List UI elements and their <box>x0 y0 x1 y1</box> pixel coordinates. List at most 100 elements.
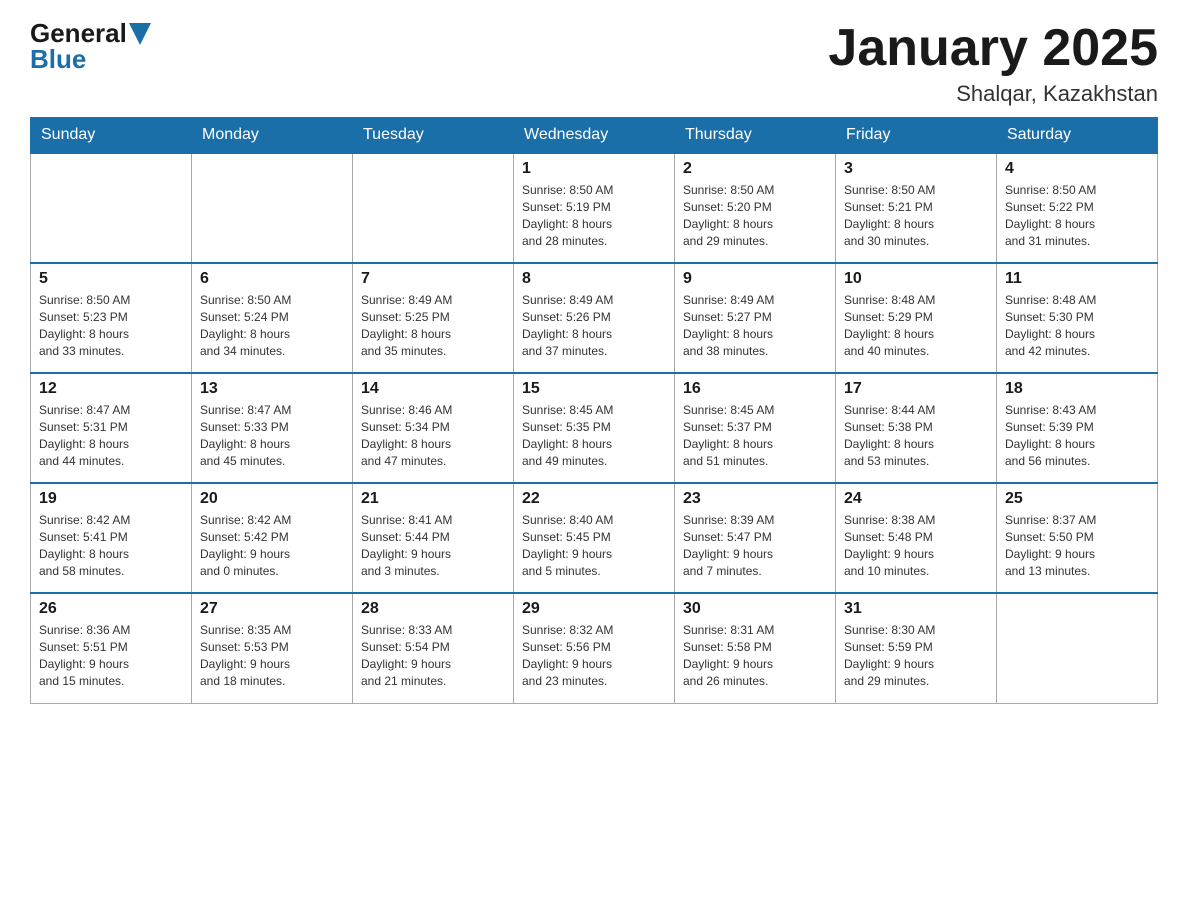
day-number: 11 <box>1005 270 1149 288</box>
day-number: 5 <box>39 270 183 288</box>
calendar-cell: 19 Sunrise: 8:42 AM Sunset: 5:41 PM Dayli… <box>31 483 192 593</box>
day-info: Sunrise: 8:50 AM Sunset: 5:23 PM Dayligh… <box>39 292 183 359</box>
calendar-cell: 24 Sunrise: 8:38 AM Sunset: 5:48 PM Dayli… <box>836 483 997 593</box>
weekday-header-monday: Monday <box>192 118 353 154</box>
day-info: Sunrise: 8:42 AM Sunset: 5:42 PM Dayligh… <box>200 512 344 579</box>
weekday-header-thursday: Thursday <box>675 118 836 154</box>
weekday-header-sunday: Sunday <box>31 118 192 154</box>
calendar-cell: 21 Sunrise: 8:41 AM Sunset: 5:44 PM Dayli… <box>353 483 514 593</box>
day-info: Sunrise: 8:48 AM Sunset: 5:30 PM Dayligh… <box>1005 292 1149 359</box>
day-info: Sunrise: 8:44 AM Sunset: 5:38 PM Dayligh… <box>844 402 988 469</box>
calendar-cell: 23Sunrise: 8:39 AM Sunset: 5:47 PM Dayli… <box>675 483 836 593</box>
logo-blue-text: Blue <box>30 46 151 72</box>
day-info: Sunrise: 8:50 AM Sunset: 5:24 PM Dayligh… <box>200 292 344 359</box>
calendar-cell: 17 Sunrise: 8:44 AM Sunset: 5:38 PM Dayli… <box>836 373 997 483</box>
weekday-header-row: SundayMondayTuesdayWednesdayThursdayFrid… <box>31 118 1158 154</box>
calendar-cell <box>353 153 514 263</box>
day-number: 28 <box>361 600 505 618</box>
calendar-cell <box>192 153 353 263</box>
day-number: 9 <box>683 270 827 288</box>
calendar-cell: 3 Sunrise: 8:50 AM Sunset: 5:21 PM Daylig… <box>836 153 997 263</box>
day-info: Sunrise: 8:35 AM Sunset: 5:53 PM Dayligh… <box>200 622 344 689</box>
day-number: 6 <box>200 270 344 288</box>
calendar-week-3: 12Sunrise: 8:47 AM Sunset: 5:31 PM Dayli… <box>31 373 1158 483</box>
calendar-cell: 4 Sunrise: 8:50 AM Sunset: 5:22 PM Daylig… <box>997 153 1158 263</box>
day-number: 19 <box>39 490 183 508</box>
calendar-cell: 12Sunrise: 8:47 AM Sunset: 5:31 PM Dayli… <box>31 373 192 483</box>
calendar-cell: 13 Sunrise: 8:47 AM Sunset: 5:33 PM Dayli… <box>192 373 353 483</box>
calendar-week-1: 1 Sunrise: 8:50 AM Sunset: 5:19 PM Daylig… <box>31 153 1158 263</box>
calendar-cell: 18 Sunrise: 8:43 AM Sunset: 5:39 PM Dayli… <box>997 373 1158 483</box>
day-number: 25 <box>1005 490 1149 508</box>
day-info: Sunrise: 8:49 AM Sunset: 5:26 PM Dayligh… <box>522 292 666 359</box>
calendar-cell: 7Sunrise: 8:49 AM Sunset: 5:25 PM Daylig… <box>353 263 514 373</box>
day-info: Sunrise: 8:42 AM Sunset: 5:41 PM Dayligh… <box>39 512 183 579</box>
calendar-cell: 2 Sunrise: 8:50 AM Sunset: 5:20 PM Daylig… <box>675 153 836 263</box>
weekday-header-friday: Friday <box>836 118 997 154</box>
logo-text: General Blue <box>30 20 151 72</box>
day-info: Sunrise: 8:41 AM Sunset: 5:44 PM Dayligh… <box>361 512 505 579</box>
day-number: 8 <box>522 270 666 288</box>
calendar-body: 1 Sunrise: 8:50 AM Sunset: 5:19 PM Daylig… <box>31 153 1158 703</box>
day-number: 13 <box>200 380 344 398</box>
day-number: 21 <box>361 490 505 508</box>
calendar-cell <box>31 153 192 263</box>
day-info: Sunrise: 8:50 AM Sunset: 5:19 PM Dayligh… <box>522 182 666 249</box>
day-number: 31 <box>844 600 988 618</box>
day-info: Sunrise: 8:50 AM Sunset: 5:22 PM Dayligh… <box>1005 182 1149 249</box>
calendar-cell: 31Sunrise: 8:30 AM Sunset: 5:59 PM Dayli… <box>836 593 997 703</box>
calendar-cell: 16Sunrise: 8:45 AM Sunset: 5:37 PM Dayli… <box>675 373 836 483</box>
day-number: 24 <box>844 490 988 508</box>
logo-general-text: General <box>30 20 127 46</box>
day-number: 10 <box>844 270 988 288</box>
calendar-week-4: 19 Sunrise: 8:42 AM Sunset: 5:41 PM Dayli… <box>31 483 1158 593</box>
title-block: January 2025 Shalqar, Kazakhstan <box>828 20 1158 107</box>
day-number: 15 <box>522 380 666 398</box>
calendar-cell: 25Sunrise: 8:37 AM Sunset: 5:50 PM Dayli… <box>997 483 1158 593</box>
calendar-cell: 1 Sunrise: 8:50 AM Sunset: 5:19 PM Daylig… <box>514 153 675 263</box>
day-number: 20 <box>200 490 344 508</box>
logo: General Blue <box>30 20 151 72</box>
calendar-cell: 8 Sunrise: 8:49 AM Sunset: 5:26 PM Daylig… <box>514 263 675 373</box>
day-number: 1 <box>522 160 666 178</box>
day-number: 14 <box>361 380 505 398</box>
day-info: Sunrise: 8:31 AM Sunset: 5:58 PM Dayligh… <box>683 622 827 689</box>
calendar-cell: 5 Sunrise: 8:50 AM Sunset: 5:23 PM Daylig… <box>31 263 192 373</box>
weekday-header-saturday: Saturday <box>997 118 1158 154</box>
calendar-cell: 22Sunrise: 8:40 AM Sunset: 5:45 PM Dayli… <box>514 483 675 593</box>
day-info: Sunrise: 8:45 AM Sunset: 5:35 PM Dayligh… <box>522 402 666 469</box>
day-number: 29 <box>522 600 666 618</box>
calendar-table: SundayMondayTuesdayWednesdayThursdayFrid… <box>30 117 1158 704</box>
weekday-header-wednesday: Wednesday <box>514 118 675 154</box>
calendar-cell: 30 Sunrise: 8:31 AM Sunset: 5:58 PM Dayli… <box>675 593 836 703</box>
calendar-cell: 15 Sunrise: 8:45 AM Sunset: 5:35 PM Dayli… <box>514 373 675 483</box>
day-number: 3 <box>844 160 988 178</box>
day-info: Sunrise: 8:50 AM Sunset: 5:20 PM Dayligh… <box>683 182 827 249</box>
calendar-week-2: 5 Sunrise: 8:50 AM Sunset: 5:23 PM Daylig… <box>31 263 1158 373</box>
calendar-cell: 27Sunrise: 8:35 AM Sunset: 5:53 PM Dayli… <box>192 593 353 703</box>
weekday-header-tuesday: Tuesday <box>353 118 514 154</box>
calendar-cell <box>997 593 1158 703</box>
day-info: Sunrise: 8:49 AM Sunset: 5:27 PM Dayligh… <box>683 292 827 359</box>
calendar-cell: 29Sunrise: 8:32 AM Sunset: 5:56 PM Dayli… <box>514 593 675 703</box>
day-number: 18 <box>1005 380 1149 398</box>
day-info: Sunrise: 8:50 AM Sunset: 5:21 PM Dayligh… <box>844 182 988 249</box>
calendar-week-5: 26Sunrise: 8:36 AM Sunset: 5:51 PM Dayli… <box>31 593 1158 703</box>
day-number: 17 <box>844 380 988 398</box>
day-info: Sunrise: 8:48 AM Sunset: 5:29 PM Dayligh… <box>844 292 988 359</box>
calendar-cell: 20 Sunrise: 8:42 AM Sunset: 5:42 PM Dayli… <box>192 483 353 593</box>
day-number: 2 <box>683 160 827 178</box>
day-number: 30 <box>683 600 827 618</box>
day-info: Sunrise: 8:43 AM Sunset: 5:39 PM Dayligh… <box>1005 402 1149 469</box>
day-info: Sunrise: 8:47 AM Sunset: 5:33 PM Dayligh… <box>200 402 344 469</box>
month-title: January 2025 <box>828 20 1158 77</box>
day-info: Sunrise: 8:38 AM Sunset: 5:48 PM Dayligh… <box>844 512 988 579</box>
day-number: 16 <box>683 380 827 398</box>
day-number: 22 <box>522 490 666 508</box>
day-number: 4 <box>1005 160 1149 178</box>
calendar-cell: 26Sunrise: 8:36 AM Sunset: 5:51 PM Dayli… <box>31 593 192 703</box>
day-number: 26 <box>39 600 183 618</box>
day-number: 23 <box>683 490 827 508</box>
calendar-header: SundayMondayTuesdayWednesdayThursdayFrid… <box>31 118 1158 154</box>
page-header: General Blue January 2025 Shalqar, Kazak… <box>30 20 1158 107</box>
